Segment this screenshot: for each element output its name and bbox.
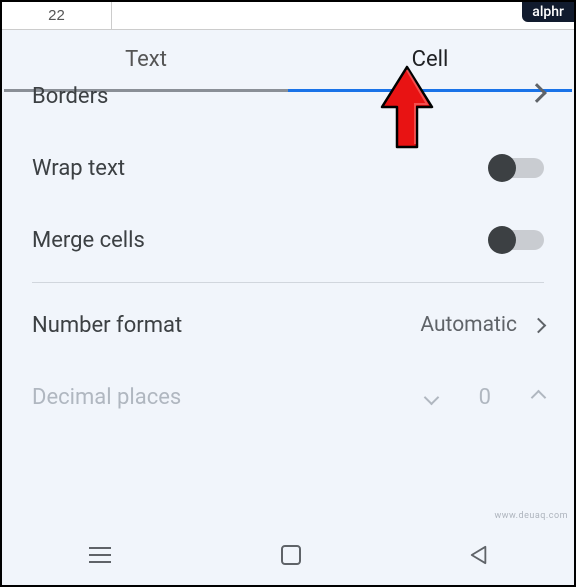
row-borders[interactable]: Borders	[32, 92, 544, 132]
row-decimal-places: Decimal places 0	[32, 361, 544, 433]
wrap-text-toggle[interactable]	[490, 158, 544, 178]
number-format-value: Automatic	[420, 313, 517, 337]
alphr-badge: alphr	[522, 2, 574, 22]
back-button[interactable]	[469, 545, 489, 565]
square-icon	[281, 545, 301, 565]
number-format-label: Number format	[32, 313, 182, 338]
android-nav-bar	[4, 525, 572, 583]
row-merge-cells: Merge cells	[32, 204, 544, 276]
row-wrap-text: Wrap text	[32, 132, 544, 204]
borders-label: Borders	[32, 84, 108, 109]
chevron-up-icon[interactable]	[531, 389, 547, 405]
cell-reference: 22	[2, 2, 112, 29]
merge-cells-toggle[interactable]	[490, 230, 544, 250]
toggle-knob-icon	[488, 226, 516, 254]
tab-cell[interactable]: Cell	[288, 30, 572, 92]
wrap-text-label: Wrap text	[32, 156, 125, 181]
spreadsheet-header: 22	[2, 2, 574, 30]
tab-bar: Text Cell	[4, 30, 572, 92]
triangle-back-icon	[469, 544, 489, 566]
recent-apps-button[interactable]	[87, 542, 113, 568]
formula-bar[interactable]	[112, 2, 574, 29]
decimal-places-label: Decimal places	[32, 385, 181, 410]
merge-cells-label: Merge cells	[32, 228, 145, 253]
toggle-knob-icon	[488, 154, 516, 182]
row-number-format[interactable]: Number format Automatic	[32, 289, 544, 361]
format-panel: Text Cell Borders Wrap text Merge cells	[4, 30, 572, 583]
chevron-right-icon	[531, 317, 547, 333]
chevron-down-icon[interactable]	[423, 389, 439, 405]
menu-icon	[89, 547, 111, 563]
home-button[interactable]	[278, 542, 304, 568]
divider	[32, 282, 544, 283]
watermark: www.deuaq.com	[494, 511, 568, 521]
decimal-places-value: 0	[479, 385, 491, 410]
tab-text[interactable]: Text	[4, 30, 288, 92]
